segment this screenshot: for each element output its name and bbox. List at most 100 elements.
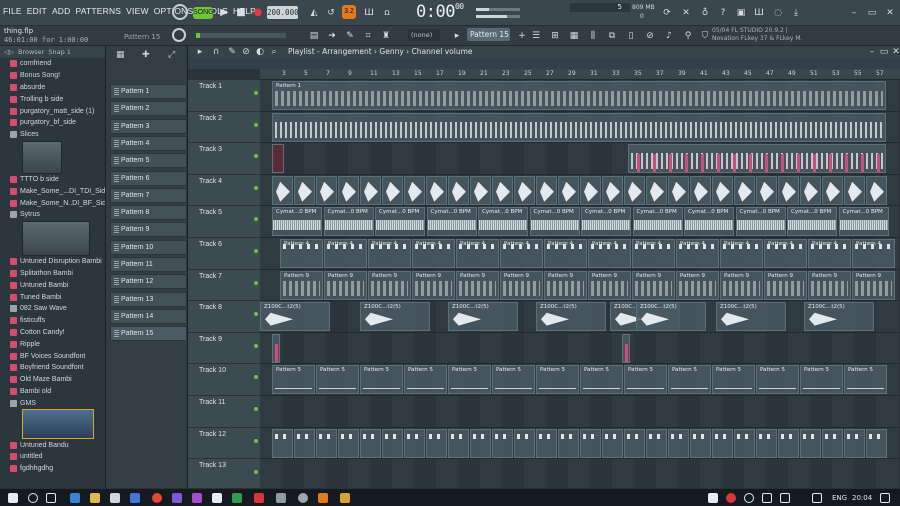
menu-add[interactable]: ADD <box>52 6 71 16</box>
drag-handle-icon[interactable] <box>114 261 119 268</box>
playlist-clip[interactable]: Z100C...t2(5) <box>636 302 706 332</box>
playlist-clip[interactable] <box>360 428 381 458</box>
menu-edit[interactable]: EDIT <box>27 6 47 16</box>
track-mute-led-icon[interactable] <box>254 154 258 159</box>
drag-handle-icon[interactable] <box>114 139 119 147</box>
playlist-clip[interactable]: Pattern 5 <box>316 365 359 395</box>
stamp-icon[interactable]: ♜ <box>378 28 394 44</box>
playlist-clip[interactable] <box>360 175 381 205</box>
playlist-clip[interactable]: Pattern 4 <box>632 239 675 268</box>
playlist-clip[interactable] <box>866 428 887 458</box>
playlist-clip[interactable] <box>822 428 843 458</box>
browser-item[interactable]: Boyfriend Soundfont <box>0 362 105 374</box>
maximize-icon[interactable]: ▭ <box>864 5 880 21</box>
browser-item[interactable]: purgatory_matt_side (1) <box>0 105 105 117</box>
close-icon[interactable]: ✕ <box>882 5 898 21</box>
browser-item[interactable]: Make_Some_...DI_TDI_Side <box>0 185 105 197</box>
playlist-clip[interactable] <box>272 112 886 142</box>
playlist-clip[interactable]: Z100C...t2(5) <box>448 302 518 332</box>
playlist-clip[interactable] <box>866 175 887 205</box>
piano-roll-icon[interactable]: ⊞ <box>547 28 563 44</box>
track-lane[interactable] <box>260 175 900 207</box>
browser-item[interactable]: 082 Saw Wave <box>0 303 105 315</box>
tray-language[interactable]: ENG <box>832 494 847 502</box>
track-header[interactable]: Track 7 <box>188 269 260 302</box>
browser-item[interactable]: Untuned Bandu <box>0 439 105 451</box>
playlist-clip[interactable]: Pattern 1 <box>272 81 886 110</box>
tray-steam-icon[interactable] <box>744 493 754 503</box>
playlist-icon[interactable]: ☰ <box>528 28 544 44</box>
menu-file[interactable]: FILE <box>3 6 22 16</box>
track-header[interactable]: Track 11 <box>188 396 260 428</box>
app-icon-1[interactable] <box>192 493 202 503</box>
pattern-item[interactable]: Pattern 7 <box>110 187 187 203</box>
playlist-clip[interactable]: Pattern 9 <box>544 270 587 300</box>
app-icon-4[interactable] <box>254 493 264 503</box>
playlist-clip[interactable] <box>646 428 667 458</box>
play-icon[interactable]: ▶ <box>216 5 232 21</box>
drag-handle-icon[interactable] <box>114 88 119 95</box>
pattern-selector[interactable]: Pattern 15 <box>467 28 510 41</box>
track-header[interactable]: Track 12 <box>188 427 260 460</box>
track-header[interactable]: Track 5 <box>188 206 260 238</box>
tray-keyboard-icon[interactable] <box>812 493 822 503</box>
playlist-clip[interactable]: Pattern 5 <box>712 365 755 395</box>
playlist-clip[interactable]: Pattern 4 <box>456 239 499 268</box>
master-pitch-slider[interactable] <box>476 8 520 11</box>
pattern-item[interactable]: Pattern 15 <box>110 326 187 342</box>
cart-icon[interactable]: ⛉ <box>697 28 713 44</box>
track-header[interactable]: Track 8 <box>188 301 260 333</box>
record-settings-icon[interactable]: ⚲ <box>680 28 696 44</box>
track-mute-led-icon[interactable] <box>254 280 258 285</box>
pattern-add-icon[interactable]: ✚ <box>142 50 154 60</box>
playlist-clip[interactable] <box>536 428 557 458</box>
track-mute-led-icon[interactable] <box>254 438 258 443</box>
playlist-clip[interactable]: Cymat...0 BPM <box>529 207 580 237</box>
playlist-clip[interactable] <box>690 175 711 205</box>
playlist-clip[interactable]: Pattern 4 <box>852 239 895 268</box>
browser-icon[interactable]: ▯ <box>623 28 639 44</box>
record-icon[interactable]: ● <box>250 5 266 21</box>
playlist-clip[interactable] <box>294 428 315 458</box>
pattern-item[interactable]: Pattern 2 <box>110 101 187 117</box>
playlist-clip[interactable]: Pattern 5 <box>668 365 711 395</box>
browser-item[interactable]: untitled <box>0 451 105 463</box>
browser-item[interactable]: Bambi old <box>0 386 105 398</box>
track-header[interactable]: Track 10 <box>188 364 260 396</box>
playlist-clip[interactable]: Cymat...0 BPM <box>323 207 374 237</box>
playlist-clip[interactable] <box>778 175 799 205</box>
search-icon[interactable] <box>28 493 38 503</box>
playlist-clip[interactable]: Pattern 5 <box>492 365 535 395</box>
time-ruler[interactable]: 3 5 7 9 11 13 15 17 19 21 23 25 27 29 31 33 35 37 39 41 43 45… <box>260 69 900 80</box>
playlist-clip[interactable] <box>778 428 799 458</box>
tray-clock[interactable]: 20:04 <box>852 494 872 502</box>
playlist-clip[interactable]: Pattern 9 <box>588 270 631 300</box>
mail-icon[interactable] <box>130 493 140 503</box>
channel-rack-icon[interactable]: ▦ <box>566 28 582 44</box>
playlist-clip[interactable]: Pattern 5 <box>404 365 447 395</box>
track-header[interactable]: Track 4 <box>188 174 260 207</box>
drag-handle-icon[interactable] <box>114 330 119 338</box>
drag-handle-icon[interactable] <box>114 295 119 303</box>
playlist-clip[interactable]: Pattern 4 <box>500 239 543 268</box>
tray-network-icon[interactable] <box>762 493 772 503</box>
browser-item[interactable]: absurde <box>0 82 105 94</box>
playlist-clip[interactable]: Z100C...t2(5) <box>536 302 606 332</box>
app-icon-5[interactable] <box>276 493 286 503</box>
playlist-clip[interactable]: Z100C...t2(5) <box>716 302 786 332</box>
browser-item[interactable]: Splitathon Bambi <box>0 268 105 280</box>
track-lane[interactable]: Pattern 9 Pattern 9 Pattern 9 Pattern 9 Patt… <box>260 270 900 302</box>
playlist-clip[interactable]: Pattern 4 <box>324 239 367 268</box>
browser-item[interactable]: fgdhhgdhg <box>0 463 105 475</box>
playlist-clip[interactable]: Z100C...t2(5) <box>260 302 330 332</box>
playlist-clip[interactable] <box>602 428 623 458</box>
store-icon[interactable] <box>110 493 120 503</box>
playlist-clip[interactable]: Pattern 4 <box>764 239 807 268</box>
tempo-knob[interactable] <box>172 28 186 42</box>
playlist-clip[interactable] <box>628 144 886 174</box>
drag-handle-icon[interactable] <box>114 105 119 113</box>
playlist-clip[interactable] <box>800 428 821 458</box>
playlist-clip[interactable] <box>734 175 755 205</box>
track-mute-led-icon[interactable] <box>254 249 258 253</box>
tray-app-icon[interactable] <box>708 493 718 503</box>
